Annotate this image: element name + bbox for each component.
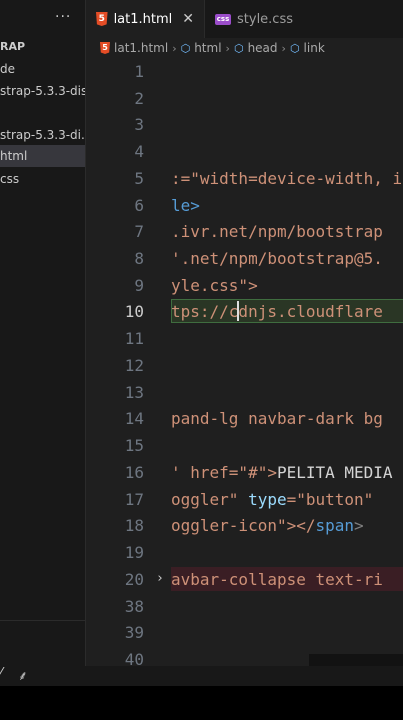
code-token: ' href="#"> [171, 463, 277, 482]
cube-icon: ⬡ [289, 41, 300, 55]
html5-icon: 5 [100, 42, 110, 54]
line-number: 8 [134, 249, 144, 268]
line-number: 17 [124, 490, 144, 509]
code-token: PELITA MEDIA [276, 463, 393, 482]
cube-icon: ⬡ [233, 41, 244, 55]
code-token: ="button" [286, 490, 374, 509]
chevron-right-icon: › [172, 41, 177, 55]
tab-style-css[interactable]: css style.css [205, 0, 303, 38]
line-number: 18 [124, 516, 144, 535]
line-number-current: 10 [124, 302, 144, 321]
code-token: oggler" [171, 490, 249, 509]
code-line: ' href="#">PELITA MEDIA [171, 463, 403, 482]
cube-icon: ⬡ [180, 41, 191, 55]
line-number: 15 [124, 436, 144, 455]
explorer-folder-header[interactable]: RAP [0, 40, 25, 53]
explorer-sidebar: ··· RAP de strap-5.3.3-dist strap-5.3.3-… [0, 0, 85, 686]
breadcrumb-item[interactable]: link [304, 41, 325, 55]
line-number: 38 [124, 597, 144, 616]
line-number: 39 [124, 623, 144, 642]
line-number: 5 [134, 169, 144, 188]
code-line: '.net/npm/bootstrap@5. [171, 249, 383, 268]
code-line: tps://cdnjs.cloudflare [171, 302, 383, 321]
tab-bar: 5 lat1.html ✕ css style.css [86, 0, 403, 38]
code-token: type [248, 490, 287, 509]
code-line: yle.css"> [171, 276, 258, 295]
code-token: oggler-icon"></ [171, 516, 316, 535]
text-cursor [237, 301, 239, 321]
tab-label: style.css [237, 11, 293, 27]
code-editor[interactable]: 1 2 3 4 5 6 7 8 9 10 11 12 13 14 15 16 1… [86, 58, 403, 669]
line-number: 1 [134, 62, 144, 81]
html5-icon: 5 [96, 12, 108, 26]
chevron-right-icon: › [225, 41, 230, 55]
code-line: pand-lg navbar-dark bg [171, 409, 383, 428]
line-number: 13 [124, 383, 144, 402]
line-number: 16 [124, 463, 144, 482]
code-line: .ivr.net/npm/bootstrap [171, 222, 383, 241]
line-number: 20 [124, 570, 144, 589]
more-actions-icon[interactable]: ··· [55, 9, 71, 25]
explorer-item[interactable]: strap-5.3.3-dist [0, 84, 85, 98]
breadcrumb-item[interactable]: head [248, 41, 278, 55]
status-item-icon[interactable]: ⁄ [0, 666, 2, 681]
brush-icon[interactable]: ⸙ [18, 666, 28, 684]
line-number: 4 [134, 142, 144, 161]
line-number: 14 [124, 409, 144, 428]
chevron-right-icon: › [281, 41, 286, 55]
explorer-item-selected[interactable]: html [0, 145, 85, 167]
line-number: 11 [124, 329, 144, 348]
code-line: :="width=device-width, i [171, 169, 403, 188]
breadcrumb-item[interactable]: lat1.html [114, 41, 168, 55]
code-token: span [315, 516, 355, 535]
breadcrumb-item[interactable]: html [194, 41, 221, 55]
line-number: 6 [134, 196, 144, 215]
css-icon: css [215, 13, 231, 25]
close-icon[interactable]: ✕ [182, 11, 194, 27]
breadcrumb: 5 lat1.html › ⬡ html › ⬡ head › ⬡ link [86, 38, 403, 58]
line-number: 40 [124, 650, 144, 669]
tab-label: lat1.html [113, 11, 173, 27]
code-line: avbar-collapse text-ri [171, 570, 383, 589]
explorer-item[interactable]: de [0, 62, 15, 76]
line-number: 2 [134, 89, 144, 108]
code-line: oggler-icon"></span> [171, 516, 403, 535]
status-bar-fragment [309, 654, 403, 666]
explorer-item[interactable]: css [0, 172, 19, 186]
line-number: 9 [134, 276, 144, 295]
bottom-black-bar [0, 686, 403, 720]
code-line: le> [171, 196, 200, 215]
line-number: 12 [124, 356, 144, 375]
line-number: 19 [124, 543, 144, 562]
code-line: oggler" type="button" [171, 490, 403, 509]
line-number: 7 [134, 222, 144, 241]
fold-chevron-icon[interactable]: › [156, 571, 164, 586]
sidebar-divider [0, 620, 85, 621]
line-number: 3 [134, 115, 144, 134]
editor-area: 5 lat1.html ✕ css style.css 5 lat1.html … [85, 0, 403, 669]
tab-lat1-html[interactable]: 5 lat1.html ✕ [86, 0, 204, 38]
explorer-item[interactable]: strap-5.3.3-di... [0, 128, 85, 142]
code-token: > [354, 516, 364, 535]
